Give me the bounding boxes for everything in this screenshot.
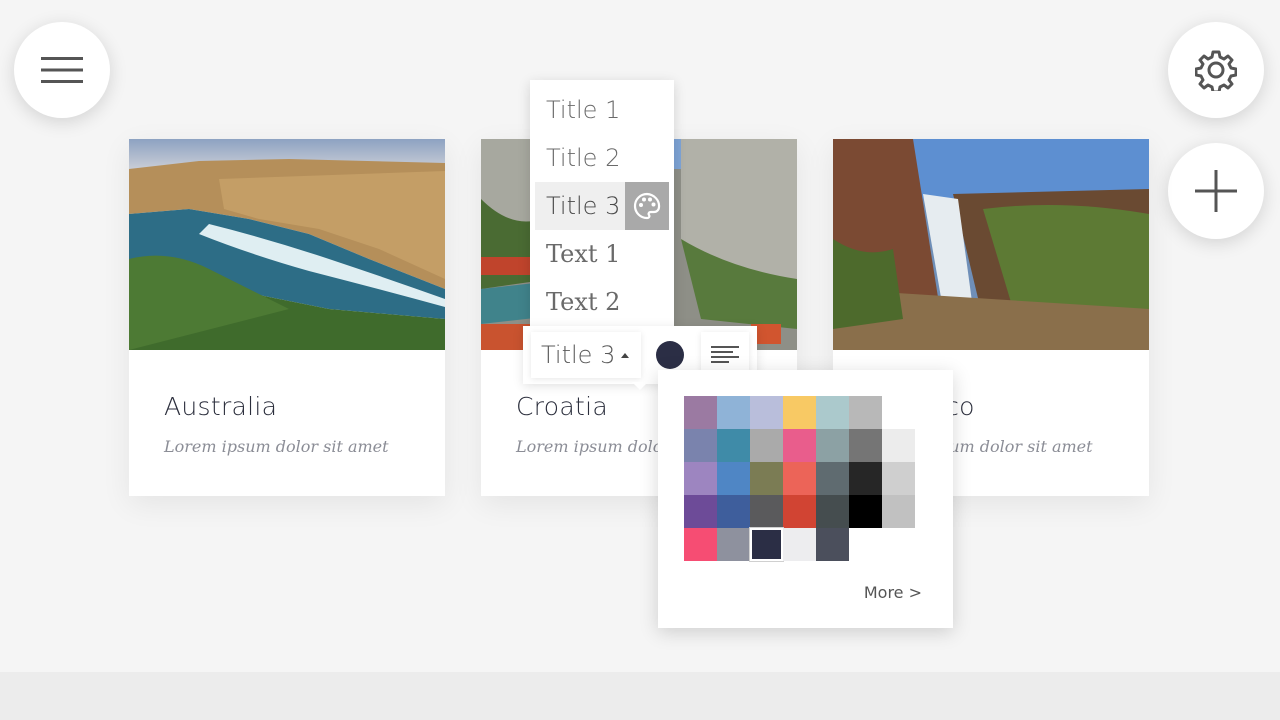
color-swatch[interactable] bbox=[783, 495, 816, 528]
style-option-label: Text 1 bbox=[546, 240, 621, 268]
more-colors-link[interactable]: More > bbox=[864, 583, 922, 602]
card-image-coastal-cliffs bbox=[129, 139, 445, 350]
plus-icon bbox=[1195, 170, 1237, 212]
color-swatch[interactable] bbox=[849, 396, 882, 429]
style-option-text-2[interactable]: Text 2 bbox=[530, 278, 674, 326]
style-option-label: Text 2 bbox=[546, 288, 621, 316]
color-swatch[interactable] bbox=[717, 462, 750, 495]
hamburger-menu-icon bbox=[41, 57, 83, 83]
color-swatch[interactable] bbox=[684, 528, 717, 561]
gear-icon bbox=[1195, 50, 1237, 91]
color-dot-icon bbox=[656, 341, 684, 369]
style-option-title-3[interactable]: Title 3 bbox=[535, 182, 669, 230]
edit-style-button[interactable] bbox=[625, 182, 669, 230]
style-option-label: Title 1 bbox=[546, 96, 621, 124]
color-swatch[interactable] bbox=[849, 462, 882, 495]
color-swatch[interactable] bbox=[750, 462, 783, 495]
menu-button[interactable] bbox=[14, 22, 110, 118]
text-style-select-label: Title 3 bbox=[541, 341, 616, 369]
color-swatch[interactable] bbox=[717, 495, 750, 528]
color-swatch[interactable] bbox=[750, 429, 783, 462]
color-swatch[interactable] bbox=[783, 429, 816, 462]
text-style-dropdown: Title 1 Title 2 Title 3 Text 1 Text 2 bbox=[530, 80, 674, 328]
color-swatch[interactable] bbox=[684, 495, 717, 528]
color-swatch[interactable] bbox=[882, 495, 915, 528]
color-swatch[interactable] bbox=[717, 429, 750, 462]
color-swatch[interactable] bbox=[816, 396, 849, 429]
color-swatch[interactable] bbox=[882, 429, 915, 462]
color-swatch[interactable] bbox=[749, 527, 784, 562]
color-swatch[interactable] bbox=[684, 462, 717, 495]
color-swatch[interactable] bbox=[882, 462, 915, 495]
color-swatch[interactable] bbox=[816, 462, 849, 495]
color-swatch[interactable] bbox=[783, 396, 816, 429]
card-image-waterfall bbox=[833, 139, 1149, 350]
color-swatch[interactable] bbox=[750, 396, 783, 429]
style-option-text-1[interactable]: Text 1 bbox=[530, 230, 674, 278]
card-title: Croatia bbox=[516, 392, 608, 421]
text-style-select[interactable]: Title 3 bbox=[531, 332, 641, 378]
color-swatch[interactable] bbox=[783, 528, 816, 561]
style-option-label: Title 3 bbox=[546, 192, 621, 220]
color-picker-popup: More > bbox=[658, 370, 953, 628]
palette-icon bbox=[633, 192, 661, 220]
color-swatch[interactable] bbox=[849, 429, 882, 462]
card-subtitle: Lorem ipsum dolor sit amet bbox=[164, 437, 389, 456]
caret-up-icon bbox=[621, 352, 630, 358]
color-swatch[interactable] bbox=[717, 528, 750, 561]
color-swatch[interactable] bbox=[684, 429, 717, 462]
color-swatch[interactable] bbox=[816, 495, 849, 528]
color-swatch[interactable] bbox=[717, 396, 750, 429]
settings-button[interactable] bbox=[1168, 22, 1264, 118]
color-swatch[interactable] bbox=[750, 495, 783, 528]
color-swatch[interactable] bbox=[816, 429, 849, 462]
align-left-icon bbox=[711, 346, 739, 363]
card-title: Australia bbox=[164, 392, 278, 421]
toolbar-pointer bbox=[632, 382, 648, 390]
color-swatch[interactable] bbox=[849, 495, 882, 528]
add-button[interactable] bbox=[1168, 143, 1264, 239]
color-swatch[interactable] bbox=[684, 396, 717, 429]
color-swatch[interactable] bbox=[816, 528, 849, 561]
style-option-label: Title 2 bbox=[546, 144, 621, 172]
bottom-band bbox=[0, 672, 1280, 720]
style-option-title-1[interactable]: Title 1 bbox=[530, 86, 674, 134]
card-australia[interactable]: Australia Lorem ipsum dolor sit amet bbox=[129, 139, 445, 496]
style-option-title-2[interactable]: Title 2 bbox=[530, 134, 674, 182]
color-swatch[interactable] bbox=[783, 462, 816, 495]
